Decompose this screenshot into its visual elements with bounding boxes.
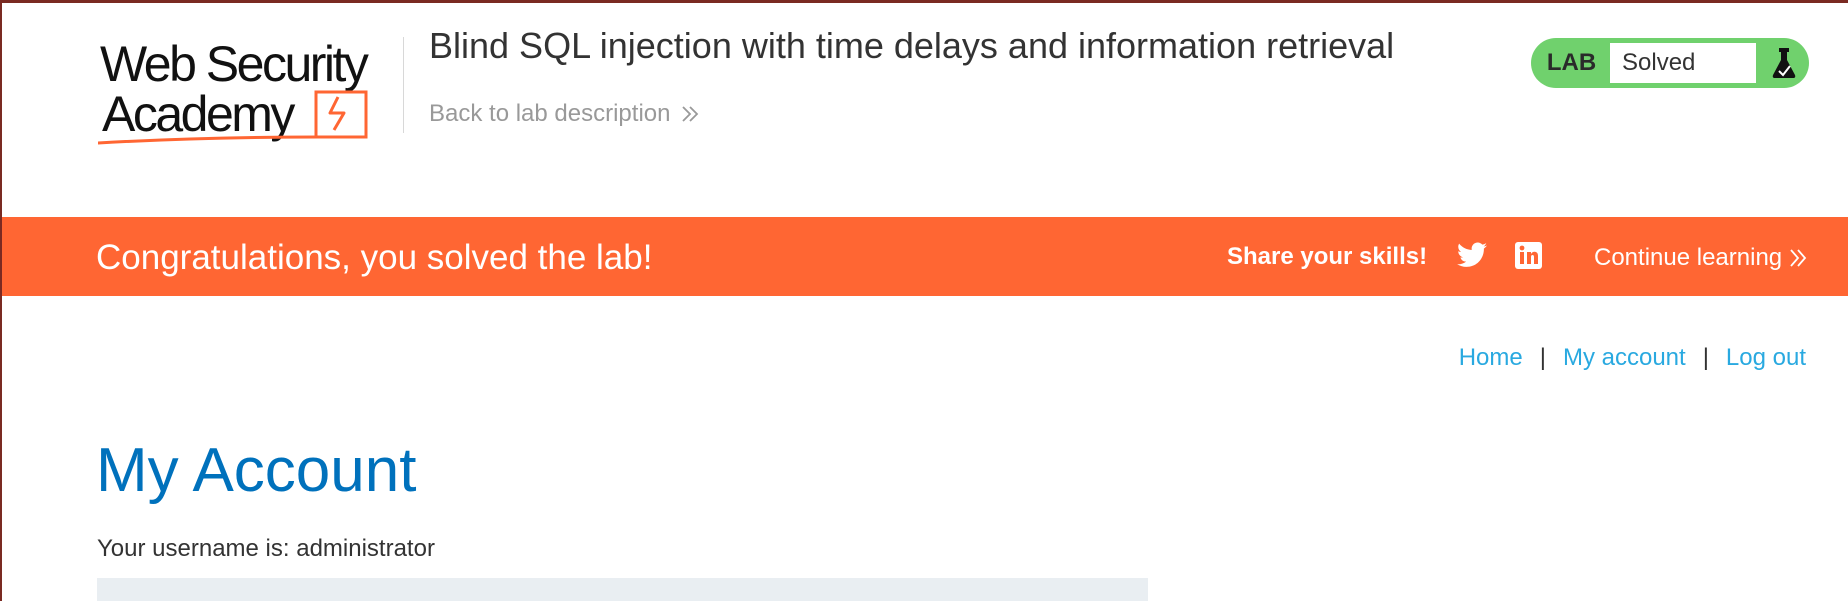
lab-status-label: LAB [1546,49,1597,76]
lab-status-badge: LAB Solved [1531,38,1809,88]
nav-my-account-link[interactable]: My account [1563,344,1686,372]
double-chevron-right-icon [682,106,699,122]
back-to-lab-description-link[interactable]: Back to lab description [429,100,700,128]
update-email-form-panel [97,578,1148,601]
page-header: Web Security Academy Blind SQL injection… [2,3,1848,218]
account-nav: Home | My account | Log out [1459,344,1806,372]
browser-page: Web Security Academy Blind SQL injection… [0,0,1848,601]
page-title: My Account [96,436,417,505]
nav-separator: | [1702,344,1709,371]
username-text: Your username is: administrator [97,535,435,562]
linkedin-icon[interactable] [1515,242,1542,274]
nav-separator: | [1539,344,1546,371]
nav-log-out-link[interactable]: Log out [1726,344,1806,372]
double-chevron-right-icon [1790,249,1807,267]
continue-learning-link[interactable]: Continue learning [1594,244,1808,272]
solved-banner: Congratulations, you solved the lab! Sha… [2,217,1848,296]
svg-text:Academy: Academy [102,86,295,142]
continue-learning-label: Continue learning [1594,244,1783,271]
logo-divider [403,37,404,133]
lab-status-value: Solved [1608,41,1758,85]
share-skills-label: Share your skills! [1227,243,1428,270]
nav-home-link[interactable]: Home [1459,344,1523,372]
lab-title: Blind SQL injection with time delays and… [429,25,1395,66]
twitter-icon[interactable] [1457,242,1487,273]
svg-text:Web Security: Web Security [100,36,369,92]
congratulations-message: Congratulations, you solved the lab! [96,238,653,277]
back-link-label: Back to lab description [429,100,671,127]
web-security-academy-logo[interactable]: Web Security Academy [96,33,408,153]
logo-mark: Web Security Academy [96,36,371,145]
flask-icon [1758,47,1809,79]
